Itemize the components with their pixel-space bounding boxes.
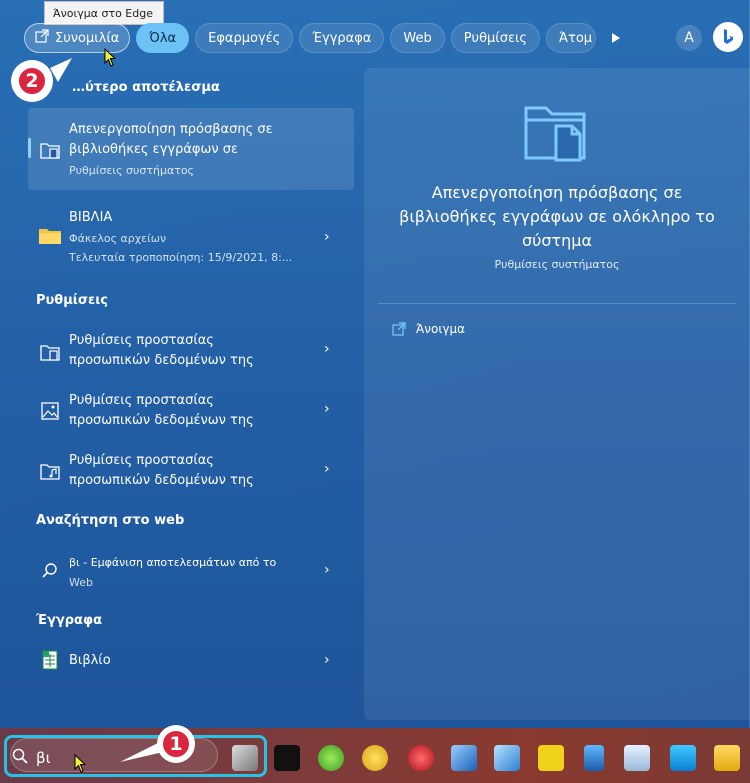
pdf-app-icon[interactable]	[538, 745, 564, 771]
preview-panel: Απενεργοποίηση πρόσβασης σε βιβλιοθήκες …	[364, 68, 750, 720]
step-badge-2: 2	[17, 66, 47, 96]
preview-title-line2: βιβλιοθήκες εγγράφων σε ολόκληρο το	[399, 207, 715, 226]
taskbar: βι	[0, 728, 750, 783]
divider	[378, 303, 736, 304]
external-link-icon	[392, 322, 406, 336]
folder-doc-icon	[40, 143, 60, 159]
preview-title-line1: Απενεργοποίηση πρόσβασης σε	[431, 183, 683, 202]
tab-people[interactable]: Άτομ	[546, 23, 596, 53]
best-match-title-line1: Απενεργοποίηση πρόσβασης σε	[69, 122, 273, 137]
selection-indicator	[28, 138, 31, 158]
power-icon[interactable]	[408, 745, 434, 771]
folder-music-icon	[40, 464, 60, 480]
folder-modified: Τελευταία τροποποίηση: 15/9/2021, 8:...	[69, 251, 293, 264]
tab-settings[interactable]: Ρυθμίσεις	[450, 23, 540, 53]
folder-title: ΒΙΒΛΙΑ	[69, 210, 113, 225]
web-section-title: Αναζήτηση στο web	[36, 513, 185, 528]
bing-icon[interactable]	[713, 22, 743, 52]
search-icon	[12, 748, 28, 764]
best-match-subtitle: Ρυθμίσεις συστήματος	[69, 164, 195, 177]
task-view-icon[interactable]	[232, 745, 258, 771]
chevron-right-icon[interactable]: ›	[324, 341, 330, 357]
folder-doc-icon	[40, 345, 60, 361]
open-action[interactable]: Άνοιγμα	[392, 322, 465, 336]
app-computer-icon[interactable]	[451, 745, 477, 771]
resource-monitor-icon[interactable]	[624, 745, 650, 771]
search-icon	[42, 563, 57, 578]
calculator-icon[interactable]	[584, 745, 604, 771]
web-item-line1: βι - Εμφάνιση αποτελεσμάτων από το	[69, 556, 277, 569]
app-yellow-icon[interactable]	[362, 745, 388, 771]
display-icon[interactable]	[670, 745, 696, 771]
chevron-right-icon[interactable]: ›	[324, 652, 330, 668]
spreadsheet-icon	[42, 650, 58, 670]
settings-item-line2: προσωπικών δεδομένων της	[69, 473, 254, 488]
step-badge-1: 1	[161, 729, 191, 759]
tab-all[interactable]: Όλα	[136, 23, 190, 53]
open-chat-label: Συνομιλία	[55, 30, 120, 46]
best-match-title: …ύτερο αποτέλεσμα	[72, 80, 220, 95]
preview-subtitle: Ρυθμίσεις συστήματος	[494, 258, 620, 271]
app-green-icon[interactable]	[318, 745, 344, 771]
settings-item-line2: προσωπικών δεδομένων της	[69, 413, 254, 428]
folder-icon	[39, 229, 61, 244]
settings-item-line1: Ρυθμίσεις προστασίας	[69, 393, 214, 408]
preview-title-line3: σύστημα	[521, 231, 593, 250]
documents-section-title: Έγγραφα	[36, 613, 103, 628]
document-title: Βιβλίο	[69, 653, 111, 668]
chevron-right-icon[interactable]: ›	[324, 401, 330, 417]
settings-item-line2: προσωπικών δεδομένων της	[69, 353, 254, 368]
file-explorer-icon[interactable]	[714, 745, 740, 771]
account-avatar[interactable]: A	[676, 25, 702, 51]
tab-apps[interactable]: Εφαρμογές	[195, 23, 294, 53]
settings-section-title: Ρυθμίσεις	[36, 293, 109, 308]
external-link-icon	[35, 29, 49, 47]
folder-subtitle: Φάκελος αρχείων	[69, 232, 167, 245]
chevron-right-icon[interactable]: ›	[324, 562, 330, 578]
mouse-cursor-icon	[104, 48, 117, 67]
filter-bar: Συνομιλία Όλα Εφαρμογές Έγγραφα Web Ρυθμ…	[24, 22, 750, 54]
app-xmf-icon[interactable]	[274, 745, 300, 771]
chevron-right-icon[interactable]: ›	[324, 461, 330, 477]
web-item-line2: Web	[69, 576, 93, 589]
settings-item-line1: Ρυθμίσεις προστασίας	[69, 333, 214, 348]
play-more-icon[interactable]	[602, 24, 630, 52]
open-label: Άνοιγμα	[416, 322, 466, 336]
chevron-right-icon[interactable]: ›	[324, 229, 330, 245]
tab-documents[interactable]: Έγγραφα	[299, 23, 385, 53]
mouse-cursor-icon	[74, 754, 87, 773]
folder-doc-large-icon	[524, 106, 586, 162]
search-value: βι	[36, 749, 51, 767]
image-icon	[41, 402, 59, 420]
best-match-title-line2: βιβλιοθήκες εγγράφων σε	[69, 142, 239, 157]
tab-web[interactable]: Web	[390, 23, 445, 53]
app-network-icon[interactable]	[494, 745, 520, 771]
settings-item-line1: Ρυθμίσεις προστασίας	[69, 453, 214, 468]
